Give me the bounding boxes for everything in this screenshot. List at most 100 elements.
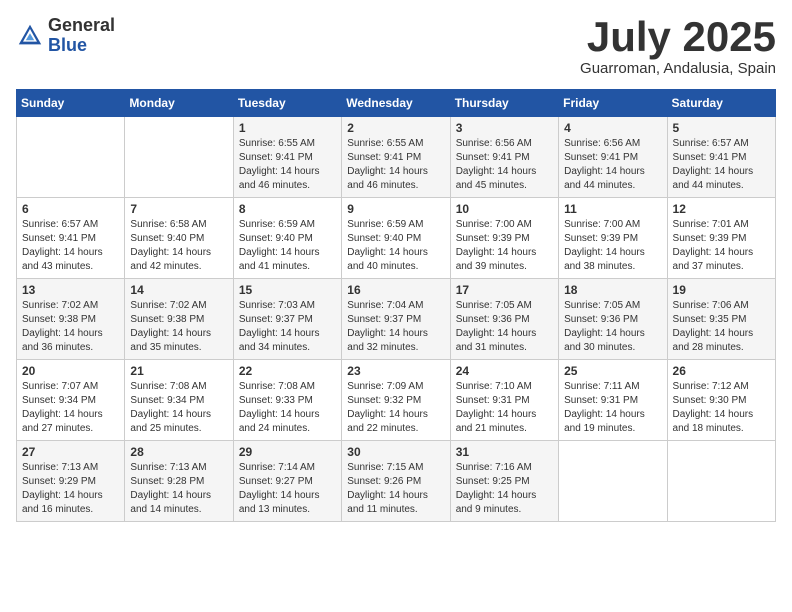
- day-number: 31: [456, 445, 553, 459]
- cell-w5-d7: [667, 441, 775, 522]
- day-number: 19: [673, 283, 770, 297]
- title-block: July 2025 Guarroman, Andalusia, Spain: [580, 16, 776, 77]
- day-info: Sunrise: 7:00 AMSunset: 9:39 PMDaylight:…: [564, 219, 645, 272]
- day-info: Sunrise: 7:00 AMSunset: 9:39 PMDaylight:…: [456, 219, 537, 272]
- day-number: 17: [456, 283, 553, 297]
- logo-icon: [16, 22, 44, 50]
- cell-w2-d7: 12 Sunrise: 7:01 AMSunset: 9:39 PMDaylig…: [667, 198, 775, 279]
- day-info: Sunrise: 7:16 AMSunset: 9:25 PMDaylight:…: [456, 462, 537, 515]
- day-number: 6: [22, 202, 119, 216]
- cell-w1-d5: 3 Sunrise: 6:56 AMSunset: 9:41 PMDayligh…: [450, 117, 558, 198]
- week-row-3: 13 Sunrise: 7:02 AMSunset: 9:38 PMDaylig…: [17, 279, 776, 360]
- cell-w2-d1: 6 Sunrise: 6:57 AMSunset: 9:41 PMDayligh…: [17, 198, 125, 279]
- header-friday: Friday: [559, 90, 667, 117]
- day-info: Sunrise: 7:01 AMSunset: 9:39 PMDaylight:…: [673, 219, 754, 272]
- day-number: 29: [239, 445, 336, 459]
- cell-w3-d3: 15 Sunrise: 7:03 AMSunset: 9:37 PMDaylig…: [233, 279, 341, 360]
- day-number: 3: [456, 121, 553, 135]
- day-info: Sunrise: 6:55 AMSunset: 9:41 PMDaylight:…: [239, 138, 320, 191]
- cell-w4-d4: 23 Sunrise: 7:09 AMSunset: 9:32 PMDaylig…: [342, 360, 450, 441]
- day-number: 10: [456, 202, 553, 216]
- month-title: July 2025: [580, 16, 776, 58]
- day-info: Sunrise: 7:06 AMSunset: 9:35 PMDaylight:…: [673, 300, 754, 353]
- cell-w1-d3: 1 Sunrise: 6:55 AMSunset: 9:41 PMDayligh…: [233, 117, 341, 198]
- cell-w3-d4: 16 Sunrise: 7:04 AMSunset: 9:37 PMDaylig…: [342, 279, 450, 360]
- day-info: Sunrise: 6:56 AMSunset: 9:41 PMDaylight:…: [564, 138, 645, 191]
- day-info: Sunrise: 7:07 AMSunset: 9:34 PMDaylight:…: [22, 381, 103, 434]
- week-row-1: 1 Sunrise: 6:55 AMSunset: 9:41 PMDayligh…: [17, 117, 776, 198]
- day-info: Sunrise: 7:15 AMSunset: 9:26 PMDaylight:…: [347, 462, 428, 515]
- header-wednesday: Wednesday: [342, 90, 450, 117]
- day-info: Sunrise: 7:02 AMSunset: 9:38 PMDaylight:…: [22, 300, 103, 353]
- day-info: Sunrise: 7:13 AMSunset: 9:29 PMDaylight:…: [22, 462, 103, 515]
- cell-w4-d6: 25 Sunrise: 7:11 AMSunset: 9:31 PMDaylig…: [559, 360, 667, 441]
- cell-w3-d1: 13 Sunrise: 7:02 AMSunset: 9:38 PMDaylig…: [17, 279, 125, 360]
- cell-w2-d6: 11 Sunrise: 7:00 AMSunset: 9:39 PMDaylig…: [559, 198, 667, 279]
- day-number: 1: [239, 121, 336, 135]
- weekday-header-row: Sunday Monday Tuesday Wednesday Thursday…: [17, 90, 776, 117]
- page-header: General Blue July 2025 Guarroman, Andalu…: [16, 16, 776, 77]
- cell-w2-d2: 7 Sunrise: 6:58 AMSunset: 9:40 PMDayligh…: [125, 198, 233, 279]
- cell-w3-d2: 14 Sunrise: 7:02 AMSunset: 9:38 PMDaylig…: [125, 279, 233, 360]
- logo-general: General: [48, 16, 115, 36]
- day-number: 12: [673, 202, 770, 216]
- day-number: 25: [564, 364, 661, 378]
- location-subtitle: Guarroman, Andalusia, Spain: [580, 60, 776, 77]
- day-info: Sunrise: 7:04 AMSunset: 9:37 PMDaylight:…: [347, 300, 428, 353]
- day-number: 24: [456, 364, 553, 378]
- day-info: Sunrise: 6:55 AMSunset: 9:41 PMDaylight:…: [347, 138, 428, 191]
- day-number: 11: [564, 202, 661, 216]
- cell-w5-d5: 31 Sunrise: 7:16 AMSunset: 9:25 PMDaylig…: [450, 441, 558, 522]
- day-info: Sunrise: 7:14 AMSunset: 9:27 PMDaylight:…: [239, 462, 320, 515]
- week-row-2: 6 Sunrise: 6:57 AMSunset: 9:41 PMDayligh…: [17, 198, 776, 279]
- header-saturday: Saturday: [667, 90, 775, 117]
- day-info: Sunrise: 6:59 AMSunset: 9:40 PMDaylight:…: [239, 219, 320, 272]
- day-number: 23: [347, 364, 444, 378]
- header-tuesday: Tuesday: [233, 90, 341, 117]
- header-sunday: Sunday: [17, 90, 125, 117]
- cell-w1-d2: [125, 117, 233, 198]
- logo-blue: Blue: [48, 36, 115, 56]
- cell-w1-d4: 2 Sunrise: 6:55 AMSunset: 9:41 PMDayligh…: [342, 117, 450, 198]
- day-info: Sunrise: 7:08 AMSunset: 9:33 PMDaylight:…: [239, 381, 320, 434]
- day-number: 14: [130, 283, 227, 297]
- day-number: 27: [22, 445, 119, 459]
- week-row-4: 20 Sunrise: 7:07 AMSunset: 9:34 PMDaylig…: [17, 360, 776, 441]
- day-info: Sunrise: 6:56 AMSunset: 9:41 PMDaylight:…: [456, 138, 537, 191]
- cell-w3-d5: 17 Sunrise: 7:05 AMSunset: 9:36 PMDaylig…: [450, 279, 558, 360]
- header-monday: Monday: [125, 90, 233, 117]
- day-number: 9: [347, 202, 444, 216]
- cell-w5-d4: 30 Sunrise: 7:15 AMSunset: 9:26 PMDaylig…: [342, 441, 450, 522]
- day-number: 22: [239, 364, 336, 378]
- day-number: 4: [564, 121, 661, 135]
- day-number: 2: [347, 121, 444, 135]
- day-number: 7: [130, 202, 227, 216]
- day-info: Sunrise: 7:13 AMSunset: 9:28 PMDaylight:…: [130, 462, 211, 515]
- day-info: Sunrise: 6:57 AMSunset: 9:41 PMDaylight:…: [673, 138, 754, 191]
- day-info: Sunrise: 7:12 AMSunset: 9:30 PMDaylight:…: [673, 381, 754, 434]
- cell-w3-d7: 19 Sunrise: 7:06 AMSunset: 9:35 PMDaylig…: [667, 279, 775, 360]
- day-number: 26: [673, 364, 770, 378]
- day-number: 13: [22, 283, 119, 297]
- day-info: Sunrise: 7:10 AMSunset: 9:31 PMDaylight:…: [456, 381, 537, 434]
- day-info: Sunrise: 7:08 AMSunset: 9:34 PMDaylight:…: [130, 381, 211, 434]
- day-info: Sunrise: 6:59 AMSunset: 9:40 PMDaylight:…: [347, 219, 428, 272]
- cell-w1-d6: 4 Sunrise: 6:56 AMSunset: 9:41 PMDayligh…: [559, 117, 667, 198]
- day-number: 15: [239, 283, 336, 297]
- cell-w5-d2: 28 Sunrise: 7:13 AMSunset: 9:28 PMDaylig…: [125, 441, 233, 522]
- cell-w5-d6: [559, 441, 667, 522]
- day-info: Sunrise: 7:05 AMSunset: 9:36 PMDaylight:…: [456, 300, 537, 353]
- week-row-5: 27 Sunrise: 7:13 AMSunset: 9:29 PMDaylig…: [17, 441, 776, 522]
- logo-text: General Blue: [48, 16, 115, 56]
- cell-w4-d2: 21 Sunrise: 7:08 AMSunset: 9:34 PMDaylig…: [125, 360, 233, 441]
- day-info: Sunrise: 7:09 AMSunset: 9:32 PMDaylight:…: [347, 381, 428, 434]
- cell-w2-d5: 10 Sunrise: 7:00 AMSunset: 9:39 PMDaylig…: [450, 198, 558, 279]
- cell-w3-d6: 18 Sunrise: 7:05 AMSunset: 9:36 PMDaylig…: [559, 279, 667, 360]
- cell-w5-d3: 29 Sunrise: 7:14 AMSunset: 9:27 PMDaylig…: [233, 441, 341, 522]
- day-number: 30: [347, 445, 444, 459]
- day-number: 18: [564, 283, 661, 297]
- day-info: Sunrise: 7:05 AMSunset: 9:36 PMDaylight:…: [564, 300, 645, 353]
- cell-w4-d5: 24 Sunrise: 7:10 AMSunset: 9:31 PMDaylig…: [450, 360, 558, 441]
- day-info: Sunrise: 7:11 AMSunset: 9:31 PMDaylight:…: [564, 381, 645, 434]
- day-number: 8: [239, 202, 336, 216]
